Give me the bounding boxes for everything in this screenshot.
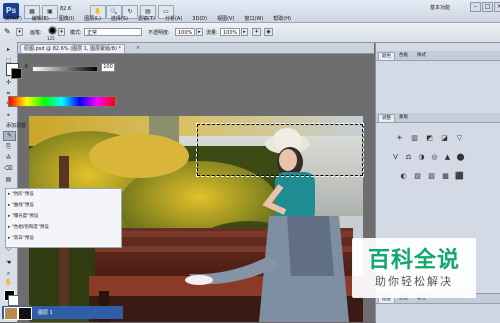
window-controls: – □ ×: [470, 2, 500, 12]
mode-label: 模式:: [70, 30, 82, 36]
invert-icon[interactable]: ⬤: [456, 153, 465, 162]
close-button[interactable]: ×: [494, 2, 500, 12]
flow-input[interactable]: 100%: [220, 28, 240, 36]
gradient-map-icon[interactable]: ▨: [427, 172, 436, 181]
hand-tool-icon-toolbox[interactable]: ✋: [3, 279, 14, 287]
photo-filter-icon[interactable]: ◎: [430, 153, 439, 162]
selective-color-icon[interactable]: ▩: [441, 172, 450, 181]
flow-label: 流量:: [206, 30, 218, 36]
document-tab-bar: 原图.psd @ 82.6% (图层 1, 图层蒙版/8) * ×: [18, 43, 374, 54]
tab-color[interactable]: 颜色: [378, 52, 395, 60]
quick-select-tool-icon[interactable]: ✢: [3, 79, 14, 87]
opacity-label: 不透明度:: [148, 30, 170, 36]
k-channel-value[interactable]: 100: [101, 63, 115, 72]
brush-size: 125: [47, 36, 55, 41]
brush-label: 画笔:: [30, 30, 42, 36]
levels-icon[interactable]: ▥: [410, 134, 419, 143]
main-menu: 文件(F) 编辑(E) 图像(I) 图层(L) 选择(S) 滤镜(T) 分析(A…: [0, 15, 296, 23]
workspace-switcher[interactable]: 基本功能: [430, 4, 450, 11]
preset-hue-saturation[interactable]: ▸ "色相/饱和度"预设: [8, 223, 49, 232]
k-channel-label: K: [25, 64, 29, 70]
move-tool-icon[interactable]: ▸: [3, 46, 14, 54]
brush-tool-icon-active[interactable]: ✎: [3, 131, 16, 141]
hue-saturation-icon[interactable]: V: [391, 153, 400, 162]
brush-tool-icon[interactable]: ✎: [4, 27, 11, 36]
menu-select[interactable]: 选择(S): [106, 15, 133, 23]
menu-filter[interactable]: 滤镜(T): [133, 15, 160, 23]
tab-styles[interactable]: 样式: [414, 52, 429, 59]
flow-dropdown[interactable]: ▸: [241, 28, 248, 36]
panel-background-swatch[interactable]: [11, 68, 22, 79]
opacity-input[interactable]: 100%: [175, 28, 195, 36]
shadows-highlights-icon[interactable]: ⬛: [455, 172, 464, 181]
menu-view[interactable]: 视图(V): [212, 15, 239, 23]
layer-name: 图层 1: [38, 310, 53, 316]
tablet-pressure-icon[interactable]: ◉: [264, 28, 273, 36]
curves-icon[interactable]: ◩: [425, 134, 434, 143]
minimize-button[interactable]: –: [470, 2, 481, 12]
vibrance-icon[interactable]: ▽: [455, 134, 464, 143]
mode-select[interactable]: 正常: [84, 28, 142, 36]
tab-swatches[interactable]: 色板: [396, 52, 411, 59]
document-close-icon[interactable]: ×: [136, 45, 140, 51]
tab-masks[interactable]: 蒙版: [396, 114, 411, 121]
healing-tool-icon[interactable]: ⌖: [3, 112, 14, 120]
menu-layer[interactable]: 图层(L): [79, 15, 106, 23]
zoom-level[interactable]: 82.6: [60, 6, 71, 12]
opacity-dropdown[interactable]: ▸: [196, 28, 203, 36]
threshold-icon[interactable]: ▧: [413, 172, 422, 181]
3d-orbit-tool-icon[interactable]: ⌕: [3, 270, 14, 278]
channel-mixer-icon[interactable]: ▲: [443, 153, 452, 162]
maximize-button[interactable]: □: [482, 2, 493, 12]
k-channel-slider[interactable]: [32, 66, 98, 72]
clone-stamp-tool-icon[interactable]: ⎘: [3, 143, 14, 151]
watermark-title: 百科全说: [367, 248, 460, 273]
menu-file[interactable]: 文件(F): [0, 15, 27, 23]
menu-3d[interactable]: 3D(D): [187, 15, 212, 23]
adjustments-title: 添加调整: [6, 123, 27, 129]
posterize-icon[interactable]: ◐: [399, 172, 408, 181]
tool-preset-dropdown[interactable]: ▾: [16, 28, 23, 36]
menu-analysis[interactable]: 分析(A): [160, 15, 187, 23]
watermark-subtitle: 助你轻松解决: [375, 275, 453, 288]
color-panel-tabs: 颜色 色板 样式: [376, 51, 500, 61]
selection-marquee[interactable]: [196, 123, 364, 177]
eraser-tool-icon[interactable]: ⌫: [3, 165, 14, 173]
options-bar: ✎ ▾ 画笔: 125 ▾ 模式: 正常 不透明度: 100% ▸ 流量: 10…: [0, 23, 500, 43]
menu-window[interactable]: 窗口(W): [239, 15, 268, 23]
preset-curves[interactable]: ▸ "曲线"预设: [8, 201, 34, 210]
watermark: 百科全说 助你轻松解决: [352, 238, 476, 298]
preset-levels[interactable]: ▸ "色阶"预设: [8, 190, 34, 199]
preset-black-white[interactable]: ▸ "黑白"预设: [8, 234, 34, 243]
brightness-contrast-icon[interactable]: ☀: [395, 134, 404, 143]
brush-picker-dropdown[interactable]: ▾: [58, 28, 65, 36]
history-brush-tool-icon[interactable]: ✇: [3, 154, 14, 162]
black-white-icon[interactable]: ◑: [417, 153, 426, 162]
color-balance-icon[interactable]: ⚖: [404, 153, 413, 162]
adjustments-panel-tabs: 调整 蒙版: [376, 113, 500, 123]
gradient-tool-icon[interactable]: ▤: [3, 176, 14, 184]
layer-mask-thumbnail[interactable]: [18, 307, 32, 320]
preset-exposure[interactable]: ▸ "曝光度"预设: [8, 212, 38, 221]
3d-rotate-tool-icon[interactable]: ☚: [3, 259, 14, 267]
menu-image[interactable]: 图像(I): [54, 15, 79, 23]
menu-help[interactable]: 帮助(H): [268, 15, 296, 23]
menu-edit[interactable]: 编辑(E): [27, 15, 54, 23]
airbrush-icon[interactable]: ✈: [252, 28, 261, 36]
layer-thumbnail: [4, 307, 18, 320]
document-tab[interactable]: 原图.psd @ 82.6% (图层 1, 图层蒙版/8) *: [20, 44, 126, 53]
color-spectrum-bar[interactable]: [8, 96, 116, 107]
adjustment-presets-list: ▸ "色阶"预设 ▸ "曲线"预设 ▸ "曝光度"预设 ▸ "色相/饱和度"预设…: [5, 188, 122, 248]
brush-preview-icon[interactable]: [48, 26, 57, 35]
tab-adjustments[interactable]: 调整: [378, 114, 395, 122]
exposure-icon[interactable]: ◪: [440, 134, 449, 143]
